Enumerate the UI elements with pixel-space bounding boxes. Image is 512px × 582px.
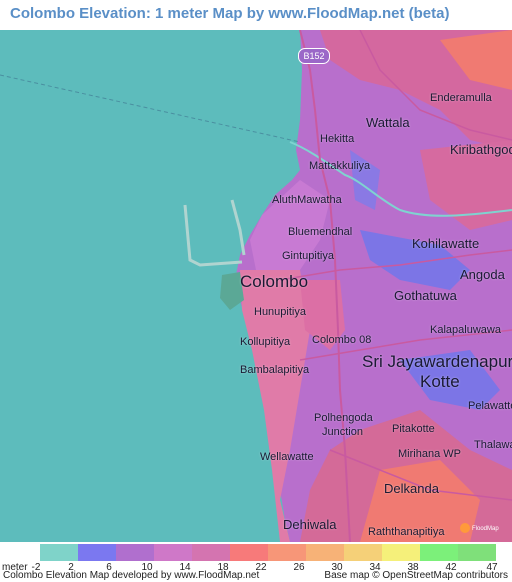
place-label: Gothatuwa: [394, 288, 457, 303]
place-label: Gintupitiya: [282, 250, 334, 262]
place-label: Colombo 08: [312, 334, 372, 346]
place-label: Hekitta: [320, 133, 355, 145]
legend-swatch: [420, 544, 458, 561]
place-label: Delkanda: [384, 481, 439, 496]
place-label: Kiribathgoda: [450, 142, 512, 157]
elevation-legend: meter -2 2 6 10 14 18 22 26 30 34 38 42 …: [0, 542, 512, 573]
place-label: AluthMawatha: [272, 194, 342, 206]
legend-tick: 26: [293, 562, 305, 573]
place-label: Sri Jayawardenapura: [362, 352, 512, 371]
legend-swatch: [40, 544, 78, 561]
road-shield-b152: B152: [298, 48, 330, 64]
place-label: Enderamulla: [430, 92, 492, 104]
place-label: Bluemendhal: [288, 226, 353, 238]
place-label: Pitakotte: [392, 423, 435, 435]
legend-swatch: [344, 544, 382, 561]
legend-swatch: [192, 544, 230, 561]
place-label: Angoda: [460, 267, 505, 282]
place-label: Junction: [322, 426, 363, 438]
place-label: Kalapaluwawa: [430, 324, 501, 336]
legend-swatch: [306, 544, 344, 561]
elevation-map[interactable]: B152 Enderamulla Wattala Hekitta Kiribat…: [0, 30, 512, 542]
map-title: Colombo Elevation: 1 meter Map by www.Fl…: [10, 5, 450, 22]
watermark-logo-icon: [460, 523, 470, 533]
place-label: Kollupitiya: [240, 336, 291, 348]
place-label: Wattala: [366, 115, 410, 130]
legend-swatch: [458, 544, 496, 561]
place-label: Kohilawatte: [412, 236, 480, 251]
legend-swatch: [78, 544, 116, 561]
legend-swatch: [382, 544, 420, 561]
legend-swatch: [116, 544, 154, 561]
watermark-text: FloodMap: [472, 526, 499, 532]
legend-swatch: [268, 544, 306, 561]
place-label: Thalawat: [474, 439, 512, 451]
place-label-colombo: Colombo: [240, 272, 309, 291]
place-label: Kotte: [420, 372, 460, 391]
place-label: Mattakkuliya: [309, 160, 371, 172]
place-label: Wellawatte: [260, 451, 314, 463]
legend-swatch: [154, 544, 192, 561]
place-label: Pelawatte: [468, 400, 512, 412]
credit-developer-link[interactable]: Colombo Elevation Map developed by www.F…: [3, 570, 259, 581]
place-label: Mirihana WP: [398, 448, 461, 460]
place-label: Hunupitiya: [254, 306, 306, 318]
credit-basemap-link[interactable]: Base map © OpenStreetMap contributors: [324, 570, 508, 581]
place-label: Polhengoda: [314, 412, 373, 424]
place-label: Dehiwala: [283, 517, 337, 532]
place-label: Bambalapitiya: [240, 364, 310, 376]
place-label: Raththanapitiya: [368, 526, 445, 538]
legend-swatch: [230, 544, 268, 561]
